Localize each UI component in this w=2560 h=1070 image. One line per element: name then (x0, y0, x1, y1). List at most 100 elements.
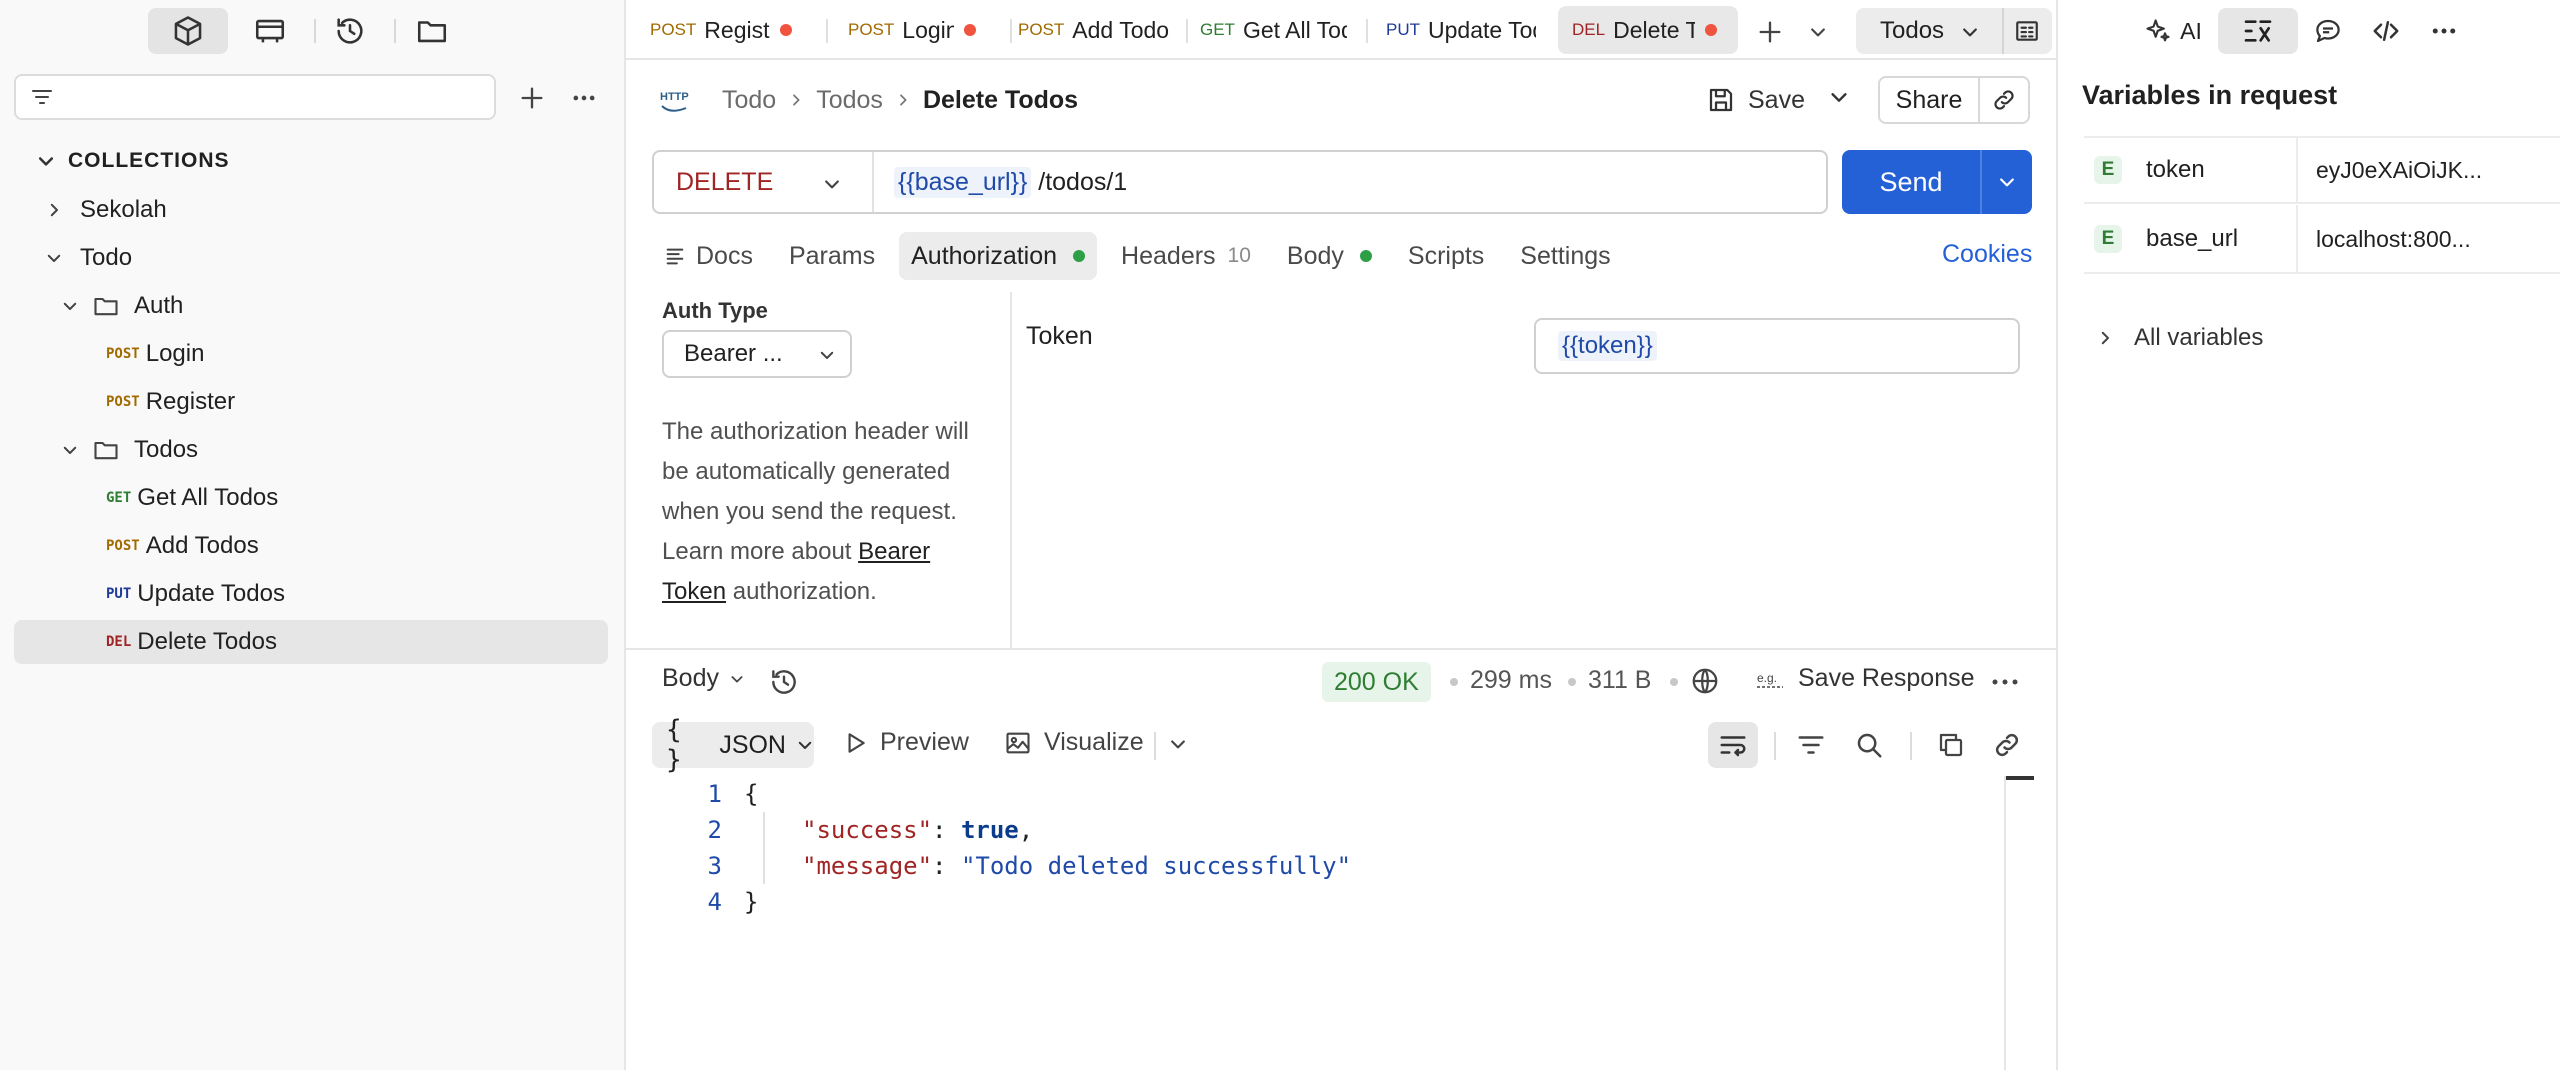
url-input[interactable]: {{base_url}} /todos/1 (894, 166, 1127, 198)
tab-headers[interactable]: Headers 10 (1109, 232, 1263, 280)
method-tag: POST (106, 538, 140, 554)
collections-nav-button[interactable] (148, 8, 228, 54)
status-badge[interactable]: 200 OK (1322, 662, 1431, 702)
response-body-label: Body (662, 664, 719, 692)
url-variable[interactable]: {{base_url}} (894, 166, 1032, 198)
pane-divider[interactable] (626, 648, 2056, 650)
preview-button[interactable]: Preview (842, 728, 969, 757)
tab-body[interactable]: Body (1275, 232, 1384, 280)
token-input[interactable]: {{token}} (1534, 318, 2020, 374)
auth-description: The authorization header will be automat… (662, 412, 992, 612)
breadcrumb-item[interactable]: Todo (722, 86, 776, 115)
filter-response-button[interactable] (1796, 730, 1826, 760)
response-size[interactable]: 311 B (1588, 666, 1651, 695)
response-more-button[interactable] (1990, 672, 2020, 692)
files-nav-button[interactable] (392, 8, 472, 54)
visualize-options-button[interactable] (1168, 734, 1188, 754)
tree-item-sekolah[interactable]: Sekolah (14, 188, 608, 232)
ai-button[interactable]: AI (2128, 8, 2218, 54)
tab-method: PUT (1386, 20, 1420, 39)
breadcrumb-item[interactable]: Todos (816, 86, 883, 115)
sidebar-toolbar (0, 0, 626, 60)
env-quicklook-icon[interactable] (2014, 18, 2040, 44)
tab-label: Update Todos (1428, 16, 1536, 43)
code-snippet-button[interactable] (2358, 8, 2414, 54)
variables-panel-button[interactable] (2218, 8, 2298, 54)
variable-row-token[interactable]: E token eyJ0eXAiOiJK... (2084, 136, 2560, 204)
response-body-select[interactable]: Body (662, 664, 745, 693)
copy-link-button[interactable] (1980, 87, 2028, 113)
response-time[interactable]: 299 ms (1470, 666, 1552, 695)
filter-input[interactable] (66, 84, 494, 110)
method-tag: POST (106, 346, 140, 362)
new-tab-button[interactable] (1750, 12, 1790, 52)
right-panel-more-button[interactable] (2416, 8, 2472, 54)
chevron-down-icon (44, 248, 64, 268)
environment-select[interactable]: Todos (1856, 8, 2052, 54)
tree-folder-auth[interactable]: Auth (14, 284, 608, 328)
tab-add-todos[interactable]: POST Add Todos (1004, 6, 1184, 54)
variable-row-base-url[interactable]: E base_url localhost:800... (2084, 205, 2560, 274)
tab-docs[interactable]: Docs (652, 232, 765, 280)
tab-settings[interactable]: Settings (1508, 232, 1622, 280)
tree-item-label: Auth (134, 292, 184, 319)
code-scrollbar[interactable] (2004, 776, 2006, 1070)
token-variable[interactable]: {{token}} (1558, 331, 1657, 361)
copy-response-link-button[interactable] (1992, 730, 2022, 760)
tab-register[interactable]: POST Regist (636, 6, 816, 54)
tab-label: Get All Todos (1242, 16, 1347, 43)
cookies-link[interactable]: Cookies (1942, 240, 2032, 269)
auth-type-select[interactable]: Bearer ... (662, 330, 852, 378)
search-response-button[interactable] (1854, 730, 1884, 760)
tab-authorization[interactable]: Authorization (899, 232, 1098, 280)
collections-header[interactable]: COLLECTIONS (36, 146, 230, 176)
share-button[interactable]: Share (1880, 78, 1980, 122)
network-info-button[interactable] (1688, 664, 1722, 698)
tab-params[interactable]: Params (777, 232, 887, 280)
send-options-button[interactable] (1980, 150, 2032, 214)
tab-label: Settings (1520, 241, 1611, 270)
code-colon: : (932, 852, 961, 880)
environments-nav-button[interactable] (230, 8, 310, 54)
response-format-select[interactable]: { } JSON (652, 715, 814, 775)
comments-button[interactable] (2300, 8, 2356, 54)
method-select[interactable]: DELETE (654, 152, 874, 212)
breadcrumb: HTTP Todo Todos Delete Todos (660, 80, 1078, 120)
all-variables-label: All variables (2134, 324, 2264, 351)
tab-update-todos[interactable]: PUT Update Todos (1372, 6, 1552, 54)
tree-request-get-all-todos[interactable]: GET Get All Todos (14, 476, 608, 520)
wrap-lines-button[interactable] (1708, 722, 1758, 768)
tab-delete-todos[interactable]: DEL Delete Todos (1558, 6, 1738, 54)
tree-request-login[interactable]: POST Login (14, 332, 608, 376)
all-variables-toggle[interactable]: All variables (2096, 324, 2263, 352)
send-button[interactable]: Send (1842, 167, 1980, 198)
request-title[interactable]: Delete Todos (923, 86, 1078, 115)
response-history-button[interactable] (768, 666, 800, 698)
response-code-viewer[interactable]: 1 { 2 "success" : true , 3 "message" : "… (626, 776, 2006, 1070)
save-button[interactable]: Save (1706, 80, 1805, 120)
tree-request-update-todos[interactable]: PUT Update Todos (14, 572, 608, 616)
tab-login[interactable]: POST Login (834, 6, 1014, 54)
tree-request-register[interactable]: POST Register (14, 380, 608, 424)
tab-divider (1366, 19, 1368, 43)
tab-get-all-todos[interactable]: GET Get All Todos (1186, 6, 1366, 54)
tabs-overflow-button[interactable] (1798, 12, 1838, 52)
tab-scripts[interactable]: Scripts (1396, 232, 1496, 280)
tree-item-todo[interactable]: Todo (14, 236, 608, 280)
tree-request-add-todos[interactable]: POST Add Todos (14, 524, 608, 568)
new-collection-button[interactable] (512, 78, 552, 118)
sidebar-more-button[interactable] (564, 78, 604, 118)
save-response-button[interactable]: e.g. Save Response (1756, 664, 1975, 693)
code-line: 2 "success" : true , (626, 812, 1034, 848)
history-nav-button[interactable] (310, 8, 390, 54)
visualize-button[interactable]: Visualize (1004, 728, 1144, 757)
code-scroll-thumb[interactable] (2006, 776, 2034, 780)
tree-request-delete-todos[interactable]: DEL Delete Todos (14, 620, 608, 664)
variable-value[interactable]: eyJ0eXAiOiJK... (2316, 157, 2512, 184)
filter-box[interactable] (14, 74, 496, 120)
save-options-button[interactable] (1828, 86, 1850, 108)
copy-response-button[interactable] (1936, 730, 1966, 760)
headers-count: 10 (1227, 244, 1251, 267)
tree-folder-todos[interactable]: Todos (14, 428, 608, 472)
variable-value[interactable]: localhost:800... (2316, 226, 2512, 253)
